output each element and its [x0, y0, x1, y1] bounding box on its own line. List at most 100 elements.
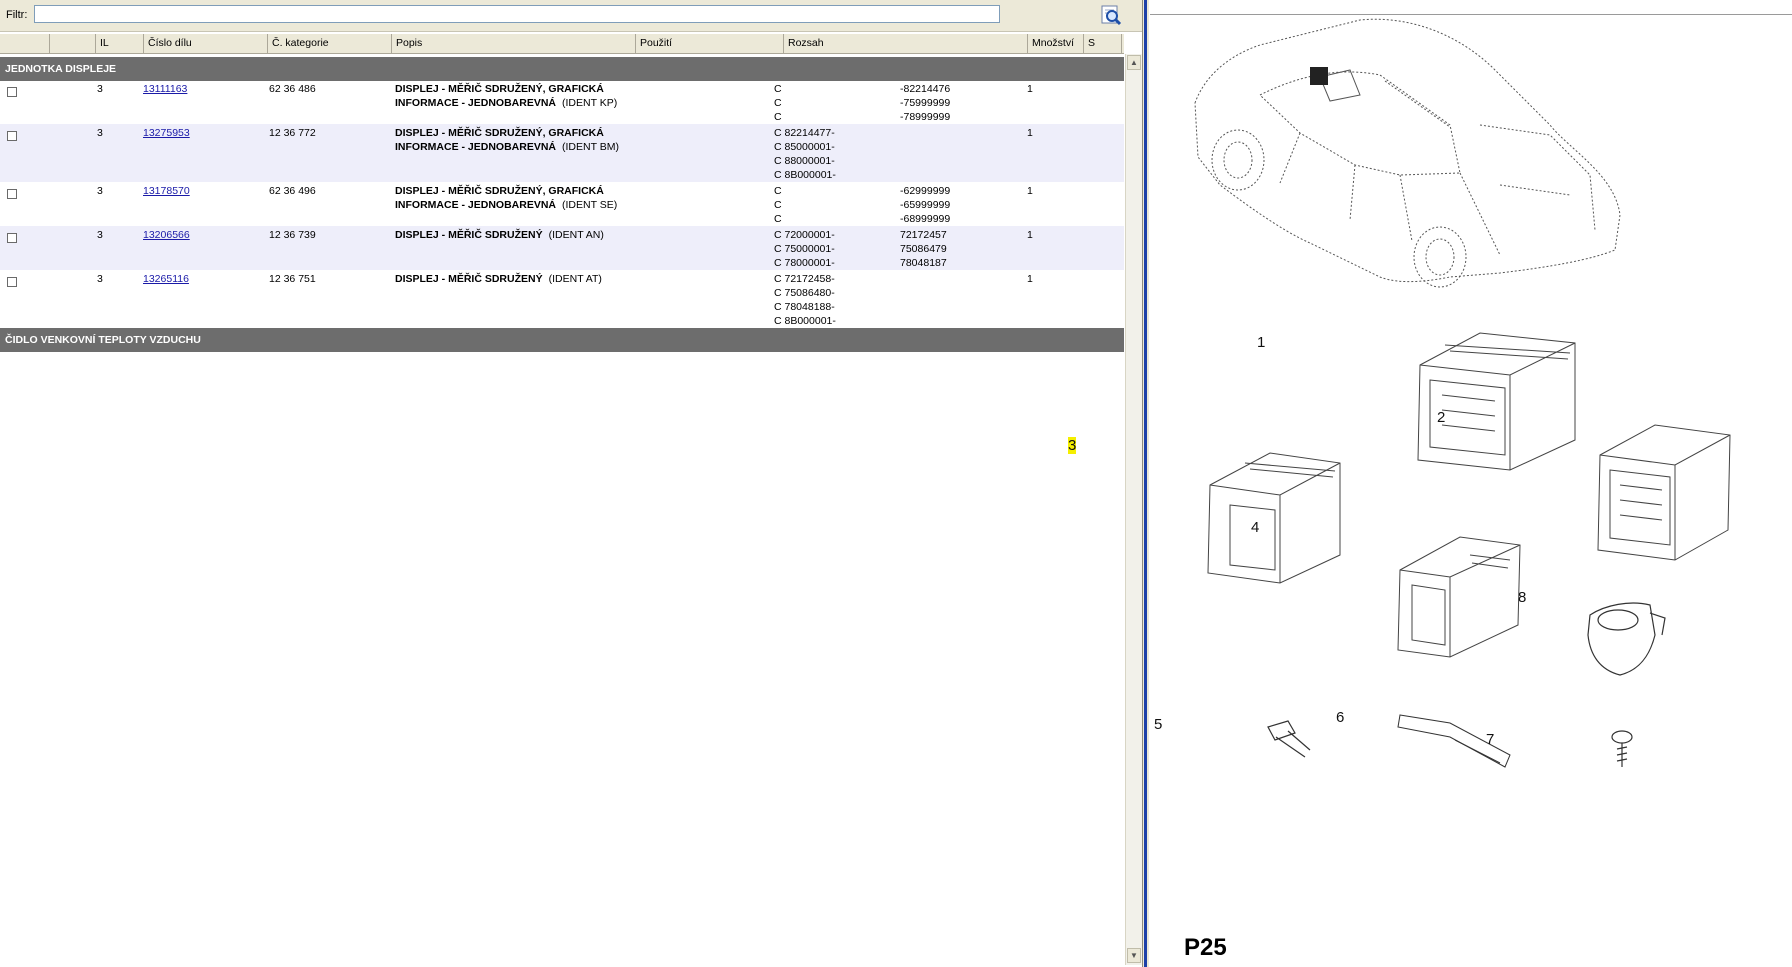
row-il: 3	[97, 83, 103, 95]
ident-code: (IDENT AT)	[548, 273, 602, 285]
column-header-description[interactable]: Popis	[392, 34, 636, 53]
car-illustration	[1194, 18, 1621, 288]
search-magnifier-icon[interactable]	[1098, 3, 1124, 27]
row-quantity: 1	[1027, 83, 1033, 95]
row-il: 3	[97, 127, 103, 139]
range-from: C C C	[774, 82, 782, 124]
column-header-quantity[interactable]: Množství	[1028, 34, 1084, 53]
range-to-value: 72172457	[900, 229, 947, 241]
callout-4[interactable]: 4	[1251, 519, 1259, 536]
exploded-parts-diagram	[1194, 18, 1731, 768]
range-to-value: -75999999	[900, 97, 951, 109]
callout-1[interactable]: 1	[1257, 334, 1265, 351]
range-from-value: C 75000001-	[774, 243, 835, 255]
callout-8[interactable]: 8	[1518, 589, 1526, 606]
range-to-value: -62999999	[900, 185, 951, 197]
range-to: -82214476 -75999999 -78999999	[900, 82, 950, 124]
part-description: DISPLEJ - MĚŘIČ SDRUŽENÝ, GRAFICKÁ INFOR…	[395, 82, 617, 110]
table-row[interactable]: 3 13111163 62 36 486 DISPLEJ - MĚŘIČ SDR…	[0, 80, 1124, 124]
pane-splitter[interactable]	[1142, 0, 1149, 967]
column-header-row: IL Číslo dílu Č. kategorie Popis Použití…	[0, 34, 1124, 54]
column-header-s[interactable]: S	[1084, 34, 1122, 53]
category-number: 12 36 739	[269, 229, 316, 241]
range-to-value: 78048187	[900, 257, 947, 269]
range-from-value: C	[774, 185, 782, 197]
vertical-scrollbar[interactable]: ▲ ▼	[1125, 54, 1142, 965]
sensor-8	[1587, 602, 1666, 676]
description-line-1: DISPLEJ - MĚŘIČ SDRUŽENÝ, GRAFICKÁ	[395, 127, 604, 139]
description-line-1: DISPLEJ - MĚŘIČ SDRUŽENÝ	[395, 273, 543, 285]
category-number: 12 36 772	[269, 127, 316, 139]
range-from-value: C 72172458-	[774, 273, 835, 285]
row-il: 3	[97, 229, 103, 241]
part-number-link[interactable]: 13265116	[143, 272, 189, 286]
callout-6[interactable]: 6	[1336, 709, 1344, 726]
splitter-bar[interactable]	[1144, 0, 1147, 967]
parts-grid: JEDNOTKA DISPLEJE 3 13111163 62 36 486 D…	[0, 54, 1124, 964]
range-to: -62999999 -65999999 -68999999	[900, 184, 950, 226]
range-from-value: C 78048188-	[774, 301, 835, 313]
column-header-il[interactable]: IL	[96, 34, 144, 53]
callout-3[interactable]: 3	[1068, 437, 1077, 454]
part-description: DISPLEJ - MĚŘIČ SDRUŽENÝ, GRAFICKÁ INFOR…	[395, 126, 619, 154]
range-from-value: C	[774, 83, 782, 95]
column-header-category[interactable]: Č. kategorie	[268, 34, 392, 53]
column-header-range[interactable]: Rozsah	[784, 34, 1028, 53]
row-checkbox[interactable]	[7, 277, 17, 287]
range-from-value: C 88000001-	[774, 155, 835, 167]
part-number-link[interactable]: 13178570	[143, 184, 190, 198]
description-line-2: INFORMACE - JEDNOBAREVNÁ	[395, 199, 557, 211]
display-unit-1	[1417, 332, 1576, 471]
group-header-outside-air-temp-sensor[interactable]: ČIDLO VENKOVNÍ TEPLOTY VZDUCHU	[0, 328, 1124, 352]
range-from-value: C	[774, 213, 782, 225]
range-from-value: C	[774, 97, 782, 109]
table-row[interactable]: 3 13265116 12 36 751 DISPLEJ - MĚŘIČ SDR…	[0, 270, 1124, 328]
ident-code: (IDENT AN)	[548, 229, 604, 241]
row-checkbox[interactable]	[7, 189, 17, 199]
range-from-value: C 72000001-	[774, 229, 835, 241]
column-header-select[interactable]	[3, 34, 50, 53]
display-unit-2	[1597, 424, 1731, 561]
range-to-value: 75086479	[900, 243, 947, 255]
range-to-value: -82214476	[900, 83, 951, 95]
column-header-part-number[interactable]: Číslo dílu	[144, 34, 268, 53]
range-from: C 82214477- C 85000001- C 88000001- C 8B…	[774, 126, 836, 182]
callout-5[interactable]: 5	[1154, 716, 1162, 733]
scroll-up-arrow-icon[interactable]: ▲	[1127, 55, 1141, 70]
range-from: C C C	[774, 184, 782, 226]
parts-list-pane: Filtr: IL Číslo dílu Č. kategorie Popis …	[0, 0, 1142, 967]
range-to: 72172457 75086479 78048187	[900, 228, 947, 270]
part-number-link[interactable]: 13111163	[143, 82, 187, 96]
table-row[interactable]: 3 13178570 62 36 496 DISPLEJ - MĚŘIČ SDR…	[0, 182, 1124, 226]
range-from: C 72172458- C 75086480- C 78048188- C 8B…	[774, 272, 836, 328]
range-from-value: C 82214477-	[774, 127, 835, 139]
range-from-value: C 78000001-	[774, 257, 835, 269]
description-line-1: DISPLEJ - MĚŘIČ SDRUŽENÝ, GRAFICKÁ	[395, 185, 604, 197]
callout-2[interactable]: 2	[1437, 409, 1445, 426]
group-header-display-unit[interactable]: JEDNOTKA DISPLEJE	[0, 57, 1124, 81]
filter-input[interactable]	[34, 5, 1000, 23]
range-from-value: C 75086480-	[774, 287, 835, 299]
category-number: 12 36 751	[269, 273, 316, 285]
filter-bar: Filtr:	[0, 0, 1142, 32]
scroll-down-arrow-icon[interactable]: ▼	[1127, 948, 1141, 963]
row-il: 3	[97, 273, 103, 285]
part-number-link[interactable]: 13206566	[143, 228, 190, 242]
row-quantity: 1	[1027, 185, 1033, 197]
row-checkbox[interactable]	[7, 233, 17, 243]
ident-code: (IDENT SE)	[562, 199, 618, 211]
display-unit-3	[1207, 452, 1341, 584]
row-il: 3	[97, 185, 103, 197]
range-from-value: C 85000001-	[774, 141, 835, 153]
filter-label: Filtr:	[6, 9, 28, 21]
row-checkbox[interactable]	[7, 87, 17, 97]
row-checkbox[interactable]	[7, 131, 17, 141]
part-number-link[interactable]: 13275953	[143, 126, 190, 140]
row-quantity: 1	[1027, 127, 1033, 139]
table-row[interactable]: 3 13206566 12 36 739 DISPLEJ - MĚŘIČ SDR…	[0, 226, 1124, 270]
table-row[interactable]: 3 13275953 12 36 772 DISPLEJ - MĚŘIČ SDR…	[0, 124, 1124, 182]
description-line-1: DISPLEJ - MĚŘIČ SDRUŽENÝ, GRAFICKÁ	[395, 83, 604, 95]
column-header-blank[interactable]	[50, 34, 96, 53]
callout-7[interactable]: 7	[1486, 731, 1494, 748]
column-header-usage[interactable]: Použití	[636, 34, 784, 53]
